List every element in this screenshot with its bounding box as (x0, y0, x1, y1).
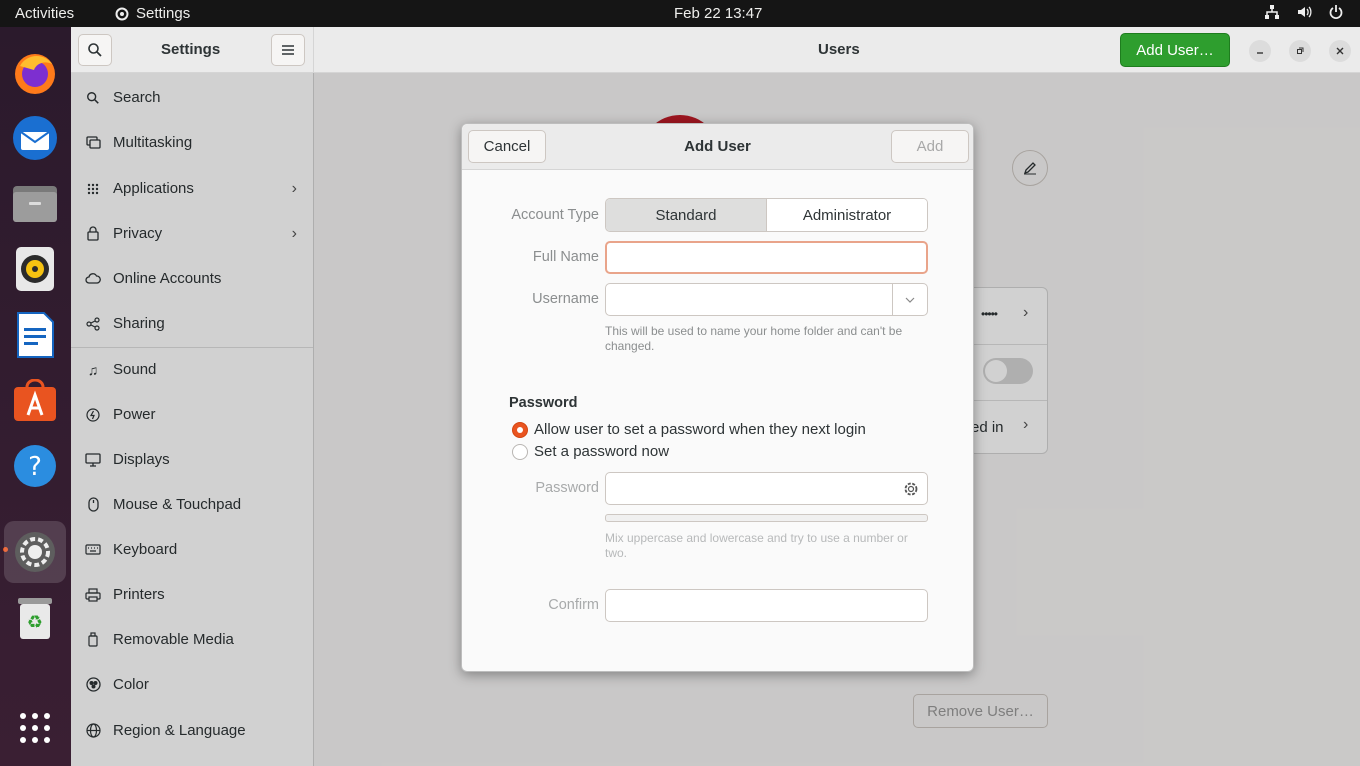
power-icon[interactable] (1328, 4, 1344, 20)
minimize-icon (1257, 52, 1263, 54)
username-field[interactable] (605, 283, 928, 316)
firefox-icon[interactable] (4, 42, 66, 104)
close-icon (1336, 47, 1344, 55)
app-menu[interactable]: Settings (114, 5, 190, 22)
files-icon[interactable] (4, 172, 66, 234)
menu-button[interactable] (271, 34, 305, 66)
password-label: Password (535, 480, 599, 496)
password-strength-bar (605, 514, 928, 522)
confirm-password-field[interactable] (605, 589, 928, 622)
hamburger-icon (282, 45, 294, 55)
software-icon[interactable] (4, 370, 66, 432)
account-type-switch: Standard Administrator (605, 198, 928, 232)
restore-icon (1297, 47, 1304, 54)
page-title: Users (818, 41, 860, 58)
username-hint: This will be used to name your home fold… (605, 324, 903, 353)
username-dropdown-button[interactable] (892, 284, 927, 315)
top-bar: Activities Settings Feb 22 13:47 (0, 0, 1360, 27)
full-name-field[interactable] (605, 241, 928, 274)
username-label: Username (532, 291, 599, 307)
sidebar-title: Settings (161, 41, 221, 58)
radio-allow-set-password[interactable]: Allow user to set a password when they n… (512, 421, 866, 438)
add-user-button[interactable]: Add User… (1120, 33, 1230, 67)
app-menu-label: Settings (136, 5, 191, 22)
search-icon (88, 43, 102, 57)
header-bar: Settings Users Add User… (71, 27, 1360, 73)
add-user-dialog: Cancel Add User Add Account Type Standar… (461, 123, 974, 672)
full-name-label: Full Name (532, 249, 599, 265)
dock: ? ♻ (0, 27, 71, 766)
radio-label: Allow user to set a password when they n… (534, 421, 866, 438)
svg-text:?: ? (28, 452, 42, 482)
password-section-heading: Password (509, 395, 578, 411)
rhythmbox-icon[interactable] (4, 238, 66, 300)
radio-set-password-now[interactable]: Set a password now (512, 443, 669, 460)
volume-icon[interactable] (1296, 4, 1312, 20)
password-field[interactable] (605, 472, 928, 505)
generate-password-icon[interactable] (903, 481, 919, 497)
thunderbird-icon[interactable] (4, 107, 66, 169)
radio-label: Set a password now (534, 443, 670, 460)
radio-button-selected[interactable] (512, 421, 528, 438)
clock[interactable]: Feb 22 13:47 (674, 5, 762, 22)
libreoffice-writer-icon[interactable] (4, 304, 66, 366)
network-icon[interactable] (1264, 4, 1280, 20)
radio-button[interactable] (512, 443, 528, 460)
svg-text:♻: ♻ (27, 612, 43, 633)
close-button[interactable] (1329, 40, 1351, 62)
confirm-label: Confirm (548, 597, 599, 613)
dialog-header: Cancel Add User Add (462, 124, 973, 170)
account-type-standard[interactable]: Standard (606, 199, 767, 231)
trash-icon[interactable]: ♻ (4, 587, 66, 649)
help-icon[interactable]: ? (4, 435, 66, 497)
search-button[interactable] (78, 34, 112, 66)
add-button[interactable]: Add (891, 130, 969, 163)
account-type-administrator[interactable]: Administrator (767, 199, 927, 231)
chevron-down-icon (905, 297, 915, 303)
activities-button[interactable]: Activities (15, 5, 74, 22)
minimize-button[interactable] (1249, 40, 1271, 62)
settings-icon[interactable] (4, 521, 66, 583)
password-hint: Mix uppercase and lowercase and try to u… (605, 531, 908, 560)
maximize-button[interactable] (1289, 40, 1311, 62)
show-apps-icon[interactable] (4, 697, 66, 759)
gear-icon (115, 7, 129, 20)
account-type-label: Account Type (511, 207, 599, 223)
